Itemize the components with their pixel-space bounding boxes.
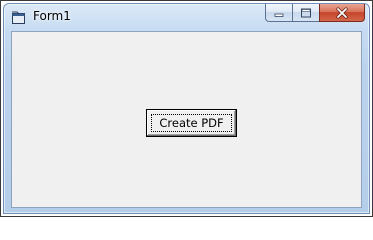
close-button[interactable] — [319, 4, 365, 22]
screenshot-frame: Form1 Create PDF — [0, 0, 373, 217]
maximize-icon — [301, 8, 311, 17]
close-icon — [336, 7, 348, 18]
title-bar[interactable]: Form1 — [4, 4, 369, 30]
maximize-button[interactable] — [292, 4, 319, 22]
form-client-area: Create PDF — [11, 31, 362, 208]
minimize-icon — [274, 13, 284, 17]
form-icon[interactable] — [11, 10, 27, 24]
create-pdf-label: Create PDF — [151, 114, 232, 132]
window-title: Form1 — [33, 9, 71, 23]
minimize-button[interactable] — [265, 4, 292, 22]
caption-buttons — [265, 4, 365, 23]
form-window: Form1 Create PDF — [3, 3, 370, 214]
create-pdf-button[interactable]: Create PDF — [146, 109, 237, 137]
